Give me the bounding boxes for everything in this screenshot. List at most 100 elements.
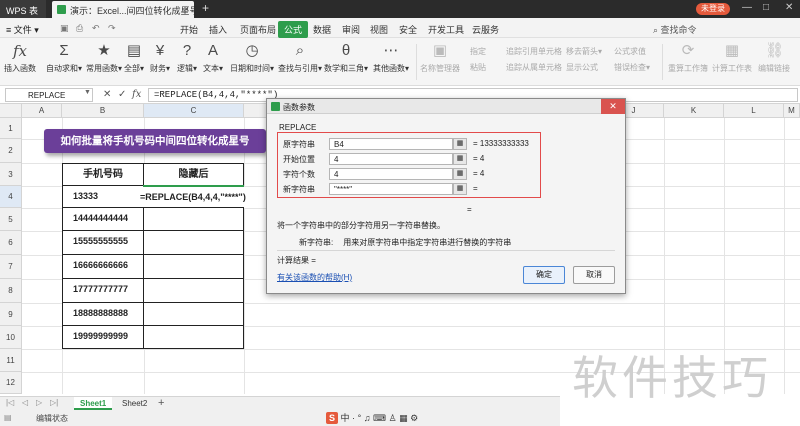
recalc-workbook-button[interactable]: ⟳ 重算工作簿	[668, 42, 708, 74]
row-header[interactable]: 4	[0, 186, 22, 208]
column-header[interactable]: L	[724, 104, 784, 118]
logical-button[interactable]: ? 逻辑▾	[177, 42, 197, 74]
undo-icon[interactable]: ↶	[92, 23, 100, 34]
hidden-cell[interactable]	[143, 325, 244, 349]
column-header[interactable]: A	[22, 104, 62, 118]
menu-home[interactable]: 开始	[180, 23, 198, 36]
row-header[interactable]: 8	[0, 279, 22, 303]
menu-data[interactable]: 数据	[313, 23, 331, 36]
arg-input-start[interactable]: 4	[329, 153, 453, 165]
ok-button[interactable]: 确定	[523, 266, 565, 284]
next-sheet-icon[interactable]: ▷	[36, 398, 42, 407]
row-header[interactable]: 1	[0, 118, 22, 139]
close-tab-icon[interactable]: ✕	[182, 4, 190, 15]
maximize-icon[interactable]: □	[763, 2, 769, 13]
sheet-tab-sheet2[interactable]: Sheet2	[116, 397, 153, 410]
phone-cell[interactable]: 18888888888	[62, 302, 144, 326]
menu-page-layout[interactable]: 页面布局	[240, 23, 276, 36]
row-header[interactable]: 2	[0, 139, 22, 163]
row-header[interactable]: 9	[0, 303, 22, 326]
ime-toolbar[interactable]: S 中 · ° ♫ ⌨ ♙ ▦ ⚙	[326, 411, 418, 425]
row-header[interactable]: 6	[0, 231, 22, 255]
cancel-button[interactable]: 取消	[573, 266, 615, 284]
prev-sheet-icon[interactable]: ◁	[22, 398, 28, 407]
document-tab[interactable]: 演示：Excel...间四位转化成星号 ✕	[52, 1, 194, 18]
active-cell-c4[interactable]: =REPLACE(B4,4,4,"****")	[140, 185, 246, 208]
row-header[interactable]: 5	[0, 208, 22, 231]
name-manager-button[interactable]: ▣ 名称管理器	[420, 42, 460, 74]
settings-icon[interactable]: ⚙	[410, 413, 418, 423]
keyboard-icon[interactable]: ⌨	[373, 413, 386, 423]
redo-icon[interactable]: ↷	[108, 23, 116, 34]
collapse-ref-icon[interactable]: ▦	[453, 153, 467, 165]
close-window-icon[interactable]: ✕	[785, 2, 793, 13]
phone-cell[interactable]: 14444444444	[62, 207, 144, 231]
all-functions-button[interactable]: ▤ 全部▾	[124, 42, 144, 74]
math-trig-button[interactable]: θ 数学和三角▾	[324, 42, 368, 74]
evaluate-formula-button[interactable]: 公式求值	[614, 46, 646, 57]
new-tab-button[interactable]: +	[202, 1, 209, 15]
sheet-tab-sheet1[interactable]: Sheet1	[74, 397, 113, 410]
skin-icon[interactable]: ▦	[399, 413, 408, 423]
first-sheet-icon[interactable]: |◁	[6, 398, 14, 407]
table-header-phone[interactable]: 手机号码	[62, 163, 144, 186]
print-icon[interactable]: ⎙	[76, 23, 83, 34]
menu-security[interactable]: 安全	[399, 23, 417, 36]
collapse-ref-icon[interactable]: ▦	[453, 138, 467, 150]
autosum-button[interactable]: Σ 自动求和▾	[46, 42, 82, 74]
calc-sheet-button[interactable]: ▦ 计算工作表	[712, 42, 752, 74]
date-time-button[interactable]: ◷ 日期和时间▾	[230, 42, 274, 74]
file-menu[interactable]: ≡ 文件 ▾	[6, 23, 39, 36]
error-checking-button[interactable]: 错误检查▾	[614, 62, 650, 73]
phone-cell[interactable]: 15555555555	[62, 230, 144, 255]
menu-insert[interactable]: 插入	[209, 23, 227, 36]
menu-developer[interactable]: 开发工具	[428, 23, 464, 36]
row-header[interactable]: 10	[0, 326, 22, 349]
common-functions-button[interactable]: ★ 常用函数▾	[86, 42, 122, 74]
menu-review[interactable]: 审阅	[342, 23, 360, 36]
add-sheet-button[interactable]: +	[152, 397, 170, 410]
hidden-cell[interactable]	[143, 207, 244, 231]
phone-cell[interactable]: 19999999999	[62, 325, 144, 349]
ime-chinese-icon[interactable]: 中	[341, 413, 350, 423]
user-icon[interactable]: ♙	[388, 413, 396, 423]
hidden-cell[interactable]	[143, 302, 244, 326]
lookup-reference-button[interactable]: ⌕ 查找与引用▾	[278, 42, 322, 74]
define-name-button[interactable]: 指定	[470, 46, 486, 57]
column-header[interactable]: M	[784, 104, 800, 118]
function-help-link[interactable]: 有关该函数的帮助(H)	[277, 272, 352, 283]
collapse-ref-icon[interactable]: ▦	[453, 183, 467, 195]
financial-button[interactable]: ¥ 财务▾	[150, 42, 170, 74]
confirm-edit-icon[interactable]: ✓	[118, 89, 126, 100]
other-functions-button[interactable]: ⋯ 其他函数▾	[373, 42, 409, 74]
trace-dependents-button[interactable]: 追踪从属单元格	[506, 62, 562, 73]
menu-cloud[interactable]: 云服务	[472, 23, 499, 36]
save-icon[interactable]: ▣	[60, 23, 69, 34]
paste-name-button[interactable]: 粘贴	[470, 62, 486, 73]
menu-view[interactable]: 视图	[370, 23, 388, 36]
dialog-close-button[interactable]: ✕	[601, 99, 625, 114]
column-header[interactable]: B	[62, 104, 144, 118]
insert-function-button[interactable]: fx 插入函数	[4, 42, 36, 74]
phone-cell[interactable]: 17777777777	[62, 278, 144, 303]
dialog-title-bar[interactable]: 函数参数	[267, 99, 625, 114]
column-header[interactable]: K	[664, 104, 724, 118]
phone-cell[interactable]: 16666666666	[62, 254, 144, 279]
arg-input-text[interactable]: B4	[329, 138, 453, 150]
hidden-cell[interactable]	[143, 254, 244, 279]
row-header[interactable]: 11	[0, 349, 22, 372]
macro-icon[interactable]: ▤	[4, 413, 12, 422]
cancel-edit-icon[interactable]: ✕	[103, 89, 111, 100]
login-button[interactable]: 未登录	[696, 3, 730, 15]
hidden-cell[interactable]	[143, 230, 244, 255]
remove-arrows-button[interactable]: 移去箭头▾	[566, 46, 602, 57]
column-header[interactable]: C	[144, 104, 244, 118]
row-header[interactable]: 7	[0, 255, 22, 279]
fx-icon[interactable]: fx	[132, 89, 141, 100]
last-sheet-icon[interactable]: ▷|	[50, 398, 58, 407]
chevron-down-icon[interactable]: ▼	[84, 89, 91, 96]
name-box[interactable]: REPLACE	[5, 88, 93, 102]
select-all-corner[interactable]	[0, 104, 22, 118]
text-functions-button[interactable]: A 文本▾	[203, 42, 223, 74]
table-header-hidden[interactable]: 隐藏后	[143, 163, 244, 186]
